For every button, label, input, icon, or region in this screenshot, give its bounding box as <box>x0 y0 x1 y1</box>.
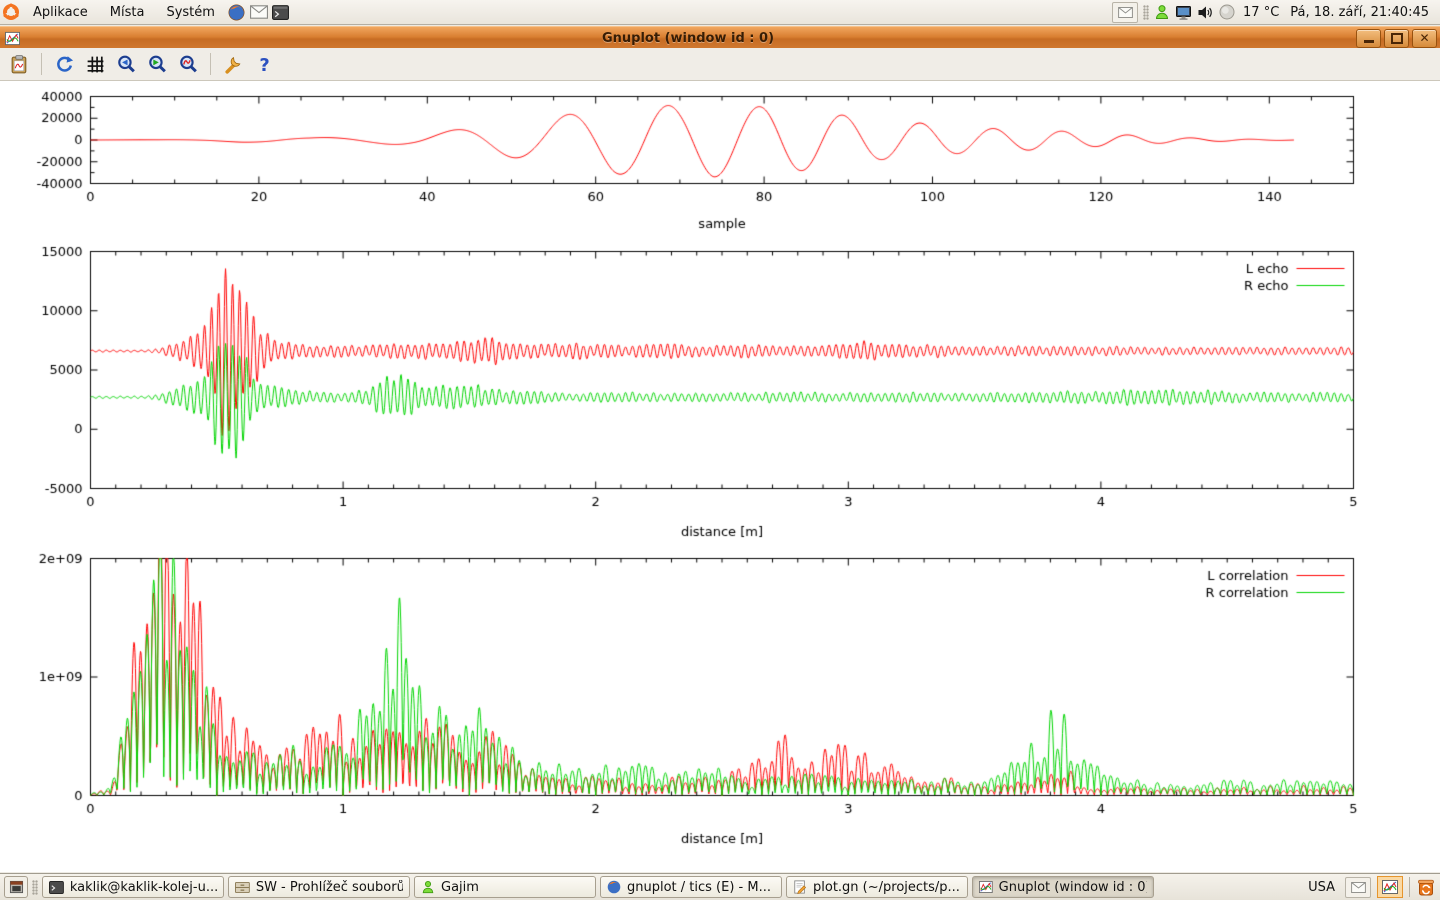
taskbar-separator <box>1409 877 1410 897</box>
replot-button[interactable] <box>52 52 76 76</box>
menu-applications-label: Aplikace <box>33 5 88 20</box>
task-gajim[interactable]: Gajim <box>414 876 596 898</box>
system-tray: 17 °C Pá, 18. září, 21:40:45 <box>1112 2 1440 23</box>
gnuplot-toolbar: ? <box>0 48 1440 81</box>
file-manager-icon <box>235 881 250 894</box>
display-settings-icon[interactable] <box>1175 5 1192 20</box>
tray-mail-icon <box>1118 7 1133 18</box>
settings-button[interactable] <box>221 52 245 76</box>
copy-to-clipboard-button[interactable] <box>7 52 31 76</box>
terminal-launcher[interactable] <box>270 0 292 24</box>
menu-system-label: Systém <box>166 5 214 20</box>
weather-moon-icon[interactable] <box>1219 4 1235 20</box>
maximize-button[interactable] <box>1384 29 1409 48</box>
ubuntu-logo-icon <box>2 3 20 21</box>
mail-icon <box>250 5 268 19</box>
menu-places[interactable]: Místa <box>99 0 156 24</box>
window-selector-icon <box>9 880 24 894</box>
previous-zoom-button[interactable] <box>114 52 138 76</box>
tray-grip-handle <box>1143 5 1149 20</box>
menu-system[interactable]: Systém <box>155 0 225 24</box>
minimize-button[interactable] <box>1356 29 1381 48</box>
taskbar-grip-handle <box>32 880 38 895</box>
gnuplot-icon <box>1382 879 1398 895</box>
gnuplot-plot-area <box>0 81 1440 872</box>
mail-launcher[interactable] <box>248 0 270 24</box>
keyboard-layout-indicator[interactable]: USA <box>1304 880 1339 895</box>
previous-zoom-icon <box>116 54 137 75</box>
terminal-icon <box>272 5 289 20</box>
minimize-icon <box>1364 40 1374 43</box>
task-firefox[interactable]: gnuplot / tics (E) - M... <box>600 876 782 898</box>
task-label: gnuplot / tics (E) - M... <box>627 880 771 895</box>
task-gnuplot[interactable]: Gnuplot (window id : 0) <box>972 876 1154 898</box>
help-button[interactable]: ? <box>252 52 276 76</box>
copy-to-clipboard-icon <box>9 54 30 75</box>
plot-canvas[interactable] <box>0 82 1440 872</box>
maximize-icon <box>1391 33 1403 44</box>
window-title: Gnuplot (window id : 0) <box>20 31 1356 46</box>
toolbar-separator <box>210 53 211 75</box>
wrench-icon <box>223 54 244 75</box>
help-icon: ? <box>254 54 275 75</box>
replot-icon <box>54 54 75 75</box>
svg-text:?: ? <box>259 54 269 74</box>
unzoom-icon <box>178 54 199 75</box>
taskbar-tray: USA <box>1304 876 1436 898</box>
menu-places-label: Místa <box>110 5 145 20</box>
next-zoom-icon <box>147 54 168 75</box>
task-label: Gajim <box>441 880 479 895</box>
task-label: SW - Prohlížeč souborů <box>256 880 403 895</box>
tray-mail-button[interactable] <box>1112 2 1138 23</box>
next-zoom-button[interactable] <box>145 52 169 76</box>
firefox-launcher[interactable] <box>226 0 248 24</box>
tray-mail-button[interactable] <box>1345 877 1371 898</box>
task-label: plot.gn (~/projects/p... <box>813 880 960 895</box>
ubuntu-menu-icon[interactable] <box>0 0 22 24</box>
grid-icon <box>85 54 106 75</box>
tray-mail-icon <box>1351 882 1366 893</box>
gnuplot-window-icon <box>5 31 20 46</box>
window-selector-button[interactable] <box>4 876 28 898</box>
clock[interactable]: Pá, 18. září, 21:40:45 <box>1287 5 1432 20</box>
toggle-grid-button[interactable] <box>83 52 107 76</box>
gnuplot-window-titlebar[interactable]: Gnuplot (window id : 0) ✕ <box>0 26 1440 49</box>
firefox-icon <box>607 880 621 894</box>
gajim-status-icon[interactable] <box>1154 4 1170 20</box>
terminal-icon <box>49 881 64 894</box>
task-terminal[interactable]: kaklik@kaklik-kolej-u... <box>42 876 224 898</box>
close-button[interactable]: ✕ <box>1412 29 1437 48</box>
task-label: kaklik@kaklik-kolej-u... <box>70 880 217 895</box>
gajim-icon <box>421 880 435 894</box>
close-icon: ✕ <box>1419 32 1429 44</box>
firefox-icon <box>228 4 245 21</box>
task-text-editor[interactable]: plot.gn (~/projects/p... <box>786 876 968 898</box>
gnome-top-panel: Aplikace Místa Systém <box>0 0 1440 25</box>
text-editor-icon <box>793 880 807 894</box>
gnome-bottom-panel: kaklik@kaklik-kolej-u... SW - Prohlížeč … <box>0 873 1440 900</box>
desktop: { "desktop": { "top_panel": { "menus": [… <box>0 0 1440 900</box>
menu-applications[interactable]: Aplikace <box>22 0 99 24</box>
task-label: Gnuplot (window id : 0) <box>999 880 1147 895</box>
task-file-manager[interactable]: SW - Prohlížeč souborů <box>228 876 410 898</box>
weather-temperature[interactable]: 17 °C <box>1240 5 1282 20</box>
trash-icon[interactable] <box>1416 877 1436 897</box>
toolbar-separator <box>41 53 42 75</box>
tray-gnuplot-button[interactable] <box>1377 876 1403 898</box>
unzoom-button[interactable] <box>176 52 200 76</box>
gnuplot-icon <box>979 880 993 894</box>
volume-icon[interactable] <box>1197 5 1214 20</box>
